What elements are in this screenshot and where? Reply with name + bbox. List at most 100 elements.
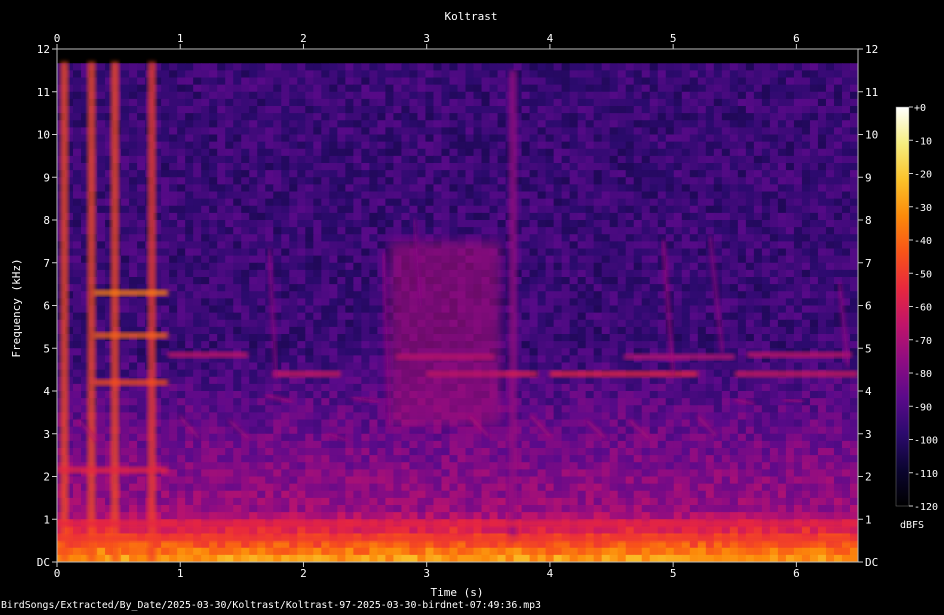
spectrogram-cell	[313, 198, 322, 207]
spectrogram-cell	[793, 277, 803, 285]
spectrogram-cell	[657, 98, 667, 107]
spectrogram-cell	[729, 134, 739, 143]
spectrogram-cell	[185, 98, 194, 107]
spectrogram-cell	[249, 348, 258, 356]
spectrogram-cell	[673, 319, 683, 328]
spectrogram-cell	[185, 255, 194, 264]
spectrogram-cell	[73, 298, 82, 307]
spectrogram-cell	[201, 212, 210, 221]
spectrogram-cell	[345, 284, 354, 292]
spectrogram-cell	[769, 91, 779, 100]
spectrogram-cell	[393, 184, 403, 193]
spectrogram-cell	[265, 369, 274, 378]
spectrogram-cell	[217, 248, 226, 257]
spectrogram-cell	[457, 220, 467, 228]
spectrogram-cell	[713, 49, 723, 57]
spectrogram-cell	[329, 348, 338, 356]
spectrogram-cell	[137, 198, 146, 207]
spectrogram-cell	[249, 184, 258, 193]
spectrogram-cell	[737, 376, 747, 385]
spectrogram-cell	[769, 341, 779, 349]
spectrogram-cell	[561, 84, 571, 93]
spectrogram-cell	[289, 98, 298, 107]
spectrogram-cell	[473, 155, 483, 164]
spectrogram-cell	[209, 305, 218, 314]
spectrogram-cell	[193, 398, 202, 406]
spectrogram-cell	[393, 227, 403, 235]
spectrogram-cell	[97, 305, 106, 314]
spectrogram-cell	[73, 148, 82, 157]
spectrogram-cell	[705, 177, 715, 185]
spectrogram-cell	[225, 49, 234, 57]
spectrogram-cell	[673, 106, 683, 114]
spectrogram-cell	[457, 191, 467, 200]
spectrogram-cell	[169, 127, 178, 136]
spectrogram-cell	[689, 262, 699, 271]
spectrogram-cell	[161, 234, 170, 242]
spectrogram-cell	[633, 362, 643, 371]
spectrogram-cell	[841, 134, 851, 143]
spectrogram-cell	[369, 134, 378, 143]
spectrogram-cell	[497, 205, 507, 214]
spectrogram-cell	[193, 284, 202, 292]
spectrogram-cell	[793, 49, 803, 57]
spectrogram-cell	[73, 369, 82, 378]
spectrogram-cell	[745, 284, 755, 292]
spectrogram-cell	[177, 198, 186, 207]
spectrogram-cell	[649, 141, 659, 150]
spectrogram-cell	[609, 305, 619, 314]
spectrogram-cell	[849, 127, 858, 136]
spectrogram-cell	[801, 220, 811, 228]
spectrogram-cell	[793, 234, 803, 242]
spectrogram-cell	[305, 220, 314, 228]
spectrogram-cell	[257, 355, 266, 364]
spectrogram-cell	[737, 319, 747, 328]
spectrogram-cell	[457, 127, 467, 136]
spectrogram-cell	[665, 212, 675, 221]
spectrogram-cell	[609, 177, 619, 185]
spectrogram-cell	[417, 120, 427, 128]
spectrogram-cell	[649, 120, 659, 128]
spectrogram-cell	[569, 326, 579, 335]
spectrogram-cell	[553, 391, 563, 399]
spectrogram-cell	[241, 255, 250, 264]
spectrogram-cell	[697, 106, 707, 114]
spectrogram-cell	[137, 155, 146, 164]
spectrogram-cell	[625, 198, 635, 207]
spectrogram-cell	[529, 291, 539, 299]
spectrogram-cell	[521, 248, 531, 257]
spectrogram-cell	[297, 191, 306, 200]
spectrogram-cell	[641, 134, 651, 143]
spectrogram-cell	[785, 148, 795, 157]
spectrogram-cell	[665, 56, 675, 64]
spectrogram-cell	[817, 155, 827, 164]
spectrogram-cell	[569, 77, 579, 86]
spectrogram-cell	[553, 227, 563, 235]
spectrogram-cell	[97, 255, 106, 264]
spectrogram-cell	[665, 383, 675, 392]
spectrogram-cell	[769, 106, 779, 114]
spectrogram-cell	[561, 227, 571, 235]
spectrogram-cell	[273, 106, 282, 114]
spectrogram-cell	[761, 334, 771, 342]
spectrogram-cell	[193, 312, 202, 321]
spectrogram-cell	[529, 376, 539, 385]
spectrogram-cell	[793, 212, 803, 221]
spectrogram-cell	[721, 191, 731, 200]
spectrogram-cell	[233, 376, 242, 385]
spectrogram-cell	[617, 155, 627, 164]
spectrogram-cell	[577, 127, 587, 136]
spectrogram-cell	[585, 148, 595, 157]
spectrogram-cell	[425, 127, 435, 136]
spectrogram-cell	[593, 227, 603, 235]
spectrogram-cell	[745, 163, 755, 171]
spectrogram-cell	[193, 262, 202, 271]
spectrogram-cell	[681, 191, 691, 200]
spectrogram-cell	[593, 177, 603, 185]
spectrogram-cell	[417, 184, 427, 193]
spectrogram-cell	[689, 120, 699, 128]
spectrogram-cell	[169, 305, 178, 314]
spectrogram-cell	[137, 398, 146, 406]
spectrogram-cell	[257, 70, 266, 79]
spectrogram-cell	[129, 91, 138, 100]
